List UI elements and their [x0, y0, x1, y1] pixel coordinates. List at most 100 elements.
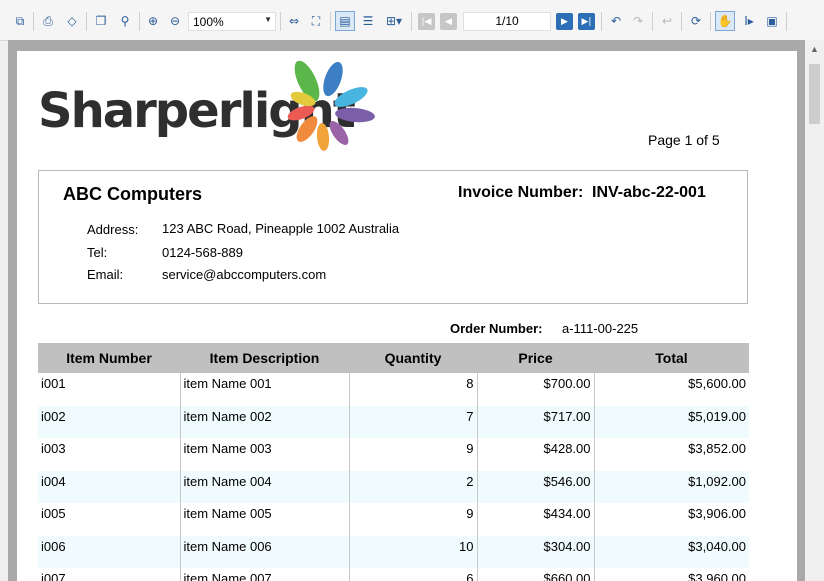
cell-total: $3,960.00 [593, 568, 749, 581]
print-icon[interactable]: ⎙ [38, 11, 58, 31]
cell-quantity: 7 [348, 405, 477, 438]
address-value: 123 ABC Road, Pineapple 1002 Australia [162, 221, 400, 236]
tel-label: Tel: [87, 245, 108, 260]
cell-total: $1,092.00 [593, 470, 749, 503]
cell-quantity: 2 [348, 470, 477, 503]
cell-price: $660.00 [476, 568, 594, 581]
cell-item-number: i006 [38, 535, 180, 568]
cell-item-number: i004 [38, 470, 180, 503]
copy-icon[interactable]: ❐ [91, 11, 111, 31]
single-page-icon[interactable]: ▤ [335, 11, 355, 31]
cell-item-description: item Name 003 [179, 438, 349, 471]
order-number-label: Order Number: [450, 321, 543, 336]
table-row: i007 item Name 007 6 $660.00 $3,960.00 [38, 568, 749, 581]
cell-item-number: i001 [41, 376, 66, 391]
cell-item-description: item Name 004 [179, 470, 349, 503]
report-toolbar: ⧉ ⎙ ◇ ❐ ⚲ ⊕ ⊖ 100% ▼ ⇔ ⛶ ▤ ☰ ⊞▾ |◀ ◀ 1/1… [0, 0, 824, 41]
zoom-value: 100% [193, 15, 224, 29]
scrollbar-thumb[interactable] [809, 64, 820, 124]
report-page: Sharperlight Page 1 of 5 ABC Computers I… [17, 51, 797, 581]
logo-flower-icon [287, 60, 375, 151]
cell-item-description: item Name 002 [179, 405, 349, 438]
last-page-icon[interactable]: ▶| [578, 13, 595, 30]
select-cursor-icon[interactable]: I▸ [739, 11, 759, 31]
toolbar-separator [601, 12, 602, 31]
next-page-icon[interactable]: ▶ [556, 13, 573, 30]
column-header-item-description: Item Description [180, 343, 349, 373]
fit-page-icon[interactable]: ⛶ [306, 11, 326, 31]
cell-price: $700.00 [476, 373, 594, 406]
continuous-page-icon[interactable]: ☰ [358, 11, 378, 31]
cell-price: $717.00 [476, 405, 594, 438]
refresh-icon[interactable]: ⟳ [686, 11, 706, 31]
toolbar-separator [786, 12, 787, 31]
column-header-total: Total [594, 343, 749, 373]
cell-quantity: 9 [348, 438, 477, 471]
toolbar-separator [86, 12, 87, 31]
table-row: i001 item Name 001 8 $700.00 $5,600.00 [38, 373, 749, 406]
table-row: i005 item Name 005 9 $434.00 $3,906.00 [38, 503, 749, 536]
tel-value: 0124-568-889 [162, 245, 243, 260]
back-to-parent-icon[interactable]: ↩ [657, 11, 677, 31]
page-number-input[interactable]: 1/10 [463, 12, 551, 31]
cell-price: $434.00 [476, 503, 594, 536]
export-icon[interactable]: ▣ [762, 11, 782, 31]
toolbar-separator [280, 12, 281, 31]
multi-page-icon[interactable]: ⊞▾ [381, 11, 407, 31]
cell-price: $546.00 [476, 470, 594, 503]
email-value: service@abccomputers.com [162, 267, 327, 282]
cell-price: $428.00 [476, 438, 594, 471]
table-row: i006 item Name 006 10 $304.00 $3,040.00 [38, 535, 749, 568]
zoom-select[interactable]: 100% ▼ [188, 12, 276, 31]
toolbar-separator [710, 12, 711, 31]
invoice-number-value: INV-abc-22-001 [592, 184, 706, 201]
page-setup-icon[interactable]: ◇ [62, 11, 82, 31]
column-header-price: Price [477, 343, 594, 373]
company-name: ABC Computers [63, 184, 203, 204]
toolbar-separator [652, 12, 653, 31]
toolbar-separator [139, 12, 140, 31]
cell-price: $304.00 [476, 535, 594, 568]
cell-item-description: item Name 007 [179, 568, 349, 581]
history-back-icon[interactable]: ↶ [606, 11, 626, 31]
history-forward-icon[interactable]: ↷ [628, 11, 648, 31]
page-of-label: Page 1 of 5 [648, 132, 720, 148]
first-page-icon[interactable]: |◀ [418, 13, 435, 30]
invoice-items-table: Item Number Item Description Quantity Pr… [38, 343, 749, 581]
chevron-down-icon: ▼ [264, 15, 272, 24]
previous-page-icon[interactable]: ◀ [440, 13, 457, 30]
fit-width-icon[interactable]: ⇔ [284, 11, 304, 31]
cell-quantity: 10 [348, 535, 477, 568]
cell-total: $5,019.00 [593, 405, 749, 438]
cell-item-number: i002 [38, 405, 180, 438]
vertical-scrollbar[interactable]: ▲ [805, 40, 824, 581]
cell-item-number: i005 [41, 506, 66, 521]
column-header-quantity: Quantity [349, 343, 477, 373]
toolbar-separator [681, 12, 682, 31]
cell-total: $3,906.00 [593, 503, 749, 536]
cell-quantity: 8 [348, 373, 477, 406]
toolbar-separator [330, 12, 331, 31]
table-row: i004 item Name 004 2 $546.00 $1,092.00 [38, 470, 749, 503]
cell-item-description: item Name 001 [179, 373, 349, 406]
cell-quantity: 6 [348, 568, 477, 581]
zoom-out-icon[interactable]: ⊖ [165, 11, 185, 31]
cell-total: $3,852.00 [593, 438, 749, 471]
report-viewport[interactable]: Sharperlight Page 1 of 5 ABC Computers I… [8, 40, 805, 581]
hand-tool-icon[interactable]: ✋ [715, 11, 735, 31]
copy-pages-icon[interactable]: ⧉ [10, 11, 30, 31]
toolbar-separator [411, 12, 412, 31]
cell-item-description: item Name 006 [179, 535, 349, 568]
cell-quantity: 9 [348, 503, 477, 536]
cell-item-description: item Name 005 [179, 503, 349, 536]
scroll-up-icon[interactable]: ▲ [805, 40, 824, 57]
cell-total: $5,600.00 [593, 373, 749, 406]
cell-item-number: i003 [41, 441, 66, 456]
invoice-number-label: Invoice Number: [458, 184, 584, 201]
table-header-row: Item Number Item Description Quantity Pr… [38, 343, 749, 373]
table-row: i003 item Name 003 9 $428.00 $3,852.00 [38, 438, 749, 471]
table-row: i002 item Name 002 7 $717.00 $5,019.00 [38, 405, 749, 438]
find-icon[interactable]: ⚲ [115, 11, 135, 31]
email-label: Email: [87, 267, 124, 282]
zoom-in-icon[interactable]: ⊕ [143, 11, 163, 31]
